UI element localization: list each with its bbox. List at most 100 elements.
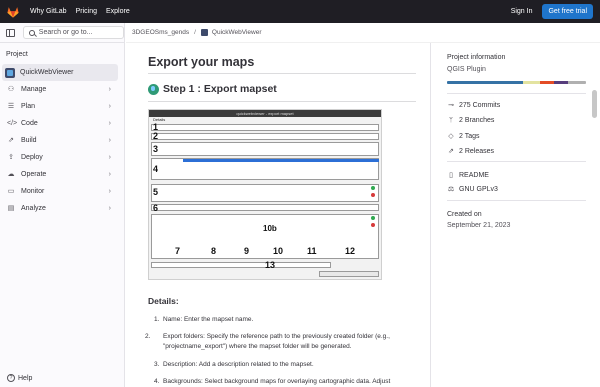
list-item: 2. Export folders: Specify the reference … bbox=[145, 333, 390, 350]
sidebar-item-label: QuickWebViewer bbox=[20, 69, 74, 76]
callout-number: 4 bbox=[153, 164, 159, 174]
callout-number: 3 bbox=[153, 144, 159, 154]
license-link[interactable]: ⚖ GNU GPLv3 bbox=[447, 185, 498, 194]
dialog-export-folder-row bbox=[151, 133, 379, 140]
breadcrumb-group[interactable]: 3DGEOSms_gends bbox=[132, 29, 189, 36]
sidebar-item-operate[interactable]: ☁ Operate › bbox=[0, 166, 124, 183]
commit-icon: ⊸ bbox=[448, 102, 454, 109]
help-button[interactable]: ? Help bbox=[7, 374, 32, 382]
rocket-icon: ⇗ bbox=[448, 148, 454, 155]
sidebar-item-analyze[interactable]: ▤ Analyze › bbox=[0, 200, 124, 217]
rocket-icon: ⇗ bbox=[8, 136, 14, 144]
add-icon bbox=[371, 216, 375, 220]
sidebar-item-plan[interactable]: ☰ Plan › bbox=[0, 98, 124, 115]
callout-number: 13 bbox=[265, 260, 276, 270]
nav-why-gitlab[interactable]: Why GitLab bbox=[30, 8, 67, 15]
book-icon: ▯ bbox=[449, 172, 453, 179]
chevron-right-icon: › bbox=[108, 120, 111, 127]
help-icon: ? bbox=[7, 374, 15, 382]
list-item-text: Name: Enter the mapset name. bbox=[163, 316, 254, 323]
language-segment bbox=[523, 81, 541, 84]
callout-number: 12 bbox=[345, 246, 356, 256]
sidebar-item-code[interactable]: </> Code › bbox=[0, 115, 124, 132]
callout-number: 7 bbox=[175, 246, 181, 256]
list-item: 3. Description: Add a description related… bbox=[154, 361, 314, 368]
breadcrumb-separator: / bbox=[194, 29, 196, 36]
callout-number: 8 bbox=[211, 246, 217, 256]
dialog-attached-files-row bbox=[151, 184, 379, 202]
sidebar-item-project[interactable]: QuickWebViewer bbox=[2, 64, 118, 81]
free-trial-button[interactable]: Get free trial bbox=[542, 4, 593, 19]
divider bbox=[447, 200, 586, 201]
list-item-text: Backgrounds: Select background maps for … bbox=[163, 378, 391, 385]
branches-link[interactable]: ᛘ 2 Branches bbox=[447, 117, 495, 124]
breadcrumb-project[interactable]: QuickWebViewer bbox=[212, 29, 262, 36]
callout-number: 11 bbox=[307, 246, 317, 256]
chevron-right-icon: › bbox=[108, 137, 111, 144]
project-avatar bbox=[5, 67, 15, 78]
dialog-tab: Details bbox=[153, 117, 166, 122]
language-bar[interactable] bbox=[447, 81, 586, 84]
callout-number: 10 bbox=[273, 246, 284, 256]
list-item-text: Description: Add a description related t… bbox=[163, 361, 314, 368]
list-item: 1. Name: Enter the mapset name. bbox=[154, 316, 254, 323]
language-segment bbox=[567, 81, 586, 84]
tags-link[interactable]: ◇ 2 Tags bbox=[447, 132, 480, 141]
commits-label: 275 Commits bbox=[459, 101, 501, 109]
sidebar-item-label: Monitor bbox=[21, 188, 45, 195]
dialog-checkbox-row bbox=[151, 262, 331, 268]
callout-number: 5 bbox=[153, 187, 159, 197]
search-icon bbox=[28, 29, 35, 36]
dialog-titlebar: quickwebviewer - export mapset bbox=[149, 110, 381, 117]
language-segment bbox=[447, 81, 524, 84]
selected-background-item bbox=[183, 159, 379, 162]
search-input[interactable]: Search or go to... bbox=[22, 26, 124, 39]
created-date: September 21, 2023 bbox=[447, 222, 511, 229]
sign-in-link[interactable]: Sign In bbox=[511, 8, 533, 15]
callout-number: 9 bbox=[244, 246, 250, 256]
created-heading: Created on bbox=[447, 211, 482, 218]
divider bbox=[447, 93, 586, 94]
commits-link[interactable]: ⊸ 275 Commits bbox=[447, 101, 501, 110]
sidebar: Search or go to... Project QuickWebViewe… bbox=[0, 23, 125, 387]
branches-label: 2 Branches bbox=[459, 117, 495, 124]
callout-number: 10b bbox=[263, 224, 277, 233]
sidebar-item-manage[interactable]: ⚇ Manage › bbox=[0, 81, 124, 98]
callout-number: 6 bbox=[153, 203, 159, 213]
project-avatar bbox=[200, 29, 208, 36]
chevron-right-icon: › bbox=[108, 103, 111, 110]
tag-icon: ◇ bbox=[448, 133, 454, 140]
sidebar-item-build[interactable]: ⇗ Build › bbox=[0, 132, 124, 149]
releases-link[interactable]: ⇗ 2 Releases bbox=[447, 147, 495, 156]
export-dialog-screenshot[interactable]: quickwebviewer - export mapset Details 1… bbox=[148, 109, 382, 280]
branch-icon: ᛘ bbox=[448, 117, 454, 124]
sidebar-item-monitor[interactable]: ▭ Monitor › bbox=[0, 183, 124, 200]
nav-explore[interactable]: Explore bbox=[106, 8, 130, 15]
tags-label: 2 Tags bbox=[459, 132, 480, 140]
monitor-icon: ▭ bbox=[7, 187, 15, 195]
releases-label: 2 Releases bbox=[459, 147, 495, 155]
sidebar-item-label: Analyze bbox=[21, 205, 46, 212]
add-icon bbox=[371, 186, 375, 190]
code-icon: </> bbox=[7, 119, 18, 127]
chevron-right-icon: › bbox=[108, 86, 111, 93]
users-icon: ⚇ bbox=[7, 85, 15, 93]
scrollbar-thumb[interactable] bbox=[592, 90, 597, 118]
language-segment bbox=[554, 81, 568, 84]
sidebar-toggle-icon[interactable] bbox=[6, 28, 15, 37]
readme-link[interactable]: ▯ README bbox=[447, 171, 489, 180]
details-heading: Details: bbox=[148, 296, 179, 306]
sidebar-section-title: Project bbox=[6, 51, 28, 58]
page-title: Export your maps bbox=[148, 55, 255, 69]
dialog-description-row bbox=[151, 142, 379, 156]
sidebar-item-label: Operate bbox=[21, 171, 47, 178]
project-info-panel: Project information QGIS Plugin ⊸ 275 Co… bbox=[430, 43, 588, 387]
nav-pricing[interactable]: Pricing bbox=[76, 8, 97, 15]
sidebar-item-deploy[interactable]: ⇪ Deploy › bbox=[0, 149, 124, 166]
gitlab-logo-icon[interactable] bbox=[6, 5, 20, 19]
sidebar-item-label: Manage bbox=[21, 86, 47, 93]
list-item: 4. Backgrounds: Select background maps fo… bbox=[154, 378, 391, 385]
deploy-icon: ⇪ bbox=[8, 153, 14, 161]
dialog-name-row bbox=[151, 124, 379, 131]
callout-number: 2 bbox=[153, 131, 159, 141]
